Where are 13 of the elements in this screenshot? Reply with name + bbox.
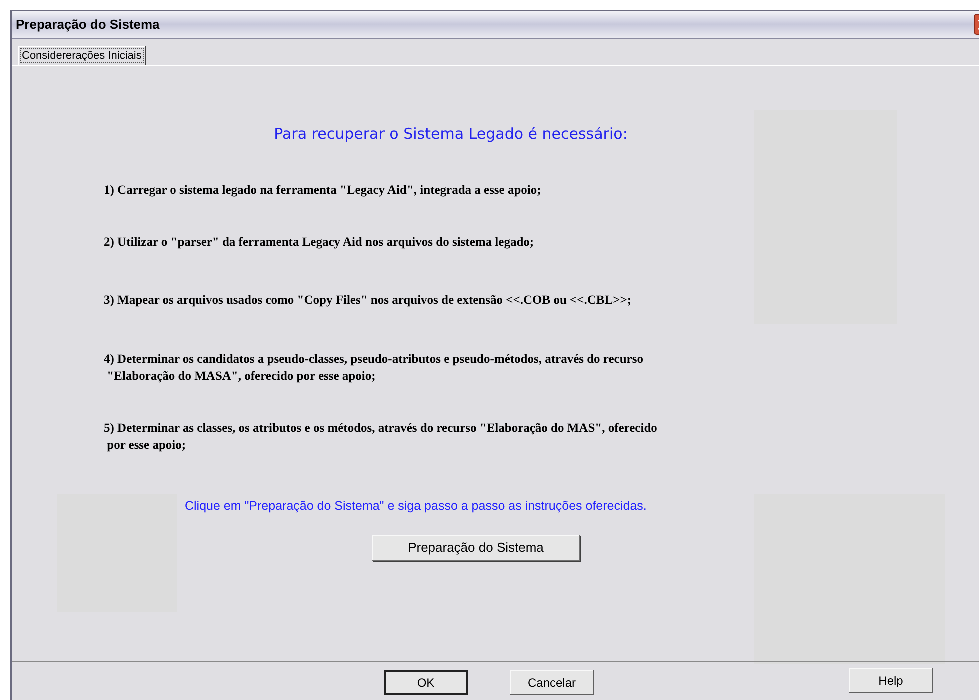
dialog-button[interactable]: Cancelar [510,670,594,695]
system-preparation-button[interactable]: Preparação do Sistema [372,535,580,561]
dialog-button[interactable]: OK [384,670,468,695]
instruction-text: Clique em "Preparação do Sistema" e siga passo a passo as instruções oferecidas. [185,499,647,513]
step-text: 2) Utilizar o "parser" da ferramenta Legacy Aid nos arquivos do sistema legado; [104,234,536,251]
step-text: 4) Determinar os candidatos a pseudo-classes, pseudo-atributos e pseudo-métodos, através do recurso "Elaboração do MASA", oferecido por esse apoio; [104,351,644,385]
step-text: 1) Carregar o sistema legado na ferramenta "Legacy Aid", integrada a esse apoio; [104,182,542,199]
heading: Para recuperar o Sistema Legado é necessário: [274,127,628,142]
window-title: Preparação do Sistema [16,16,160,34]
step-text: 5) Determinar as classes, os atributos e os métodos, através do recurso "Elaboração do MAS", oferecido por esse apoio; [104,420,658,454]
step-text: 3) Mapear os arquivos usados como "Copy Files" nos arquivos de extensão <<.COB ou <<.CBL>>; [104,292,633,309]
tab[interactable]: Considererações Iniciais [18,46,146,65]
dialog-button[interactable]: Help [849,668,933,693]
